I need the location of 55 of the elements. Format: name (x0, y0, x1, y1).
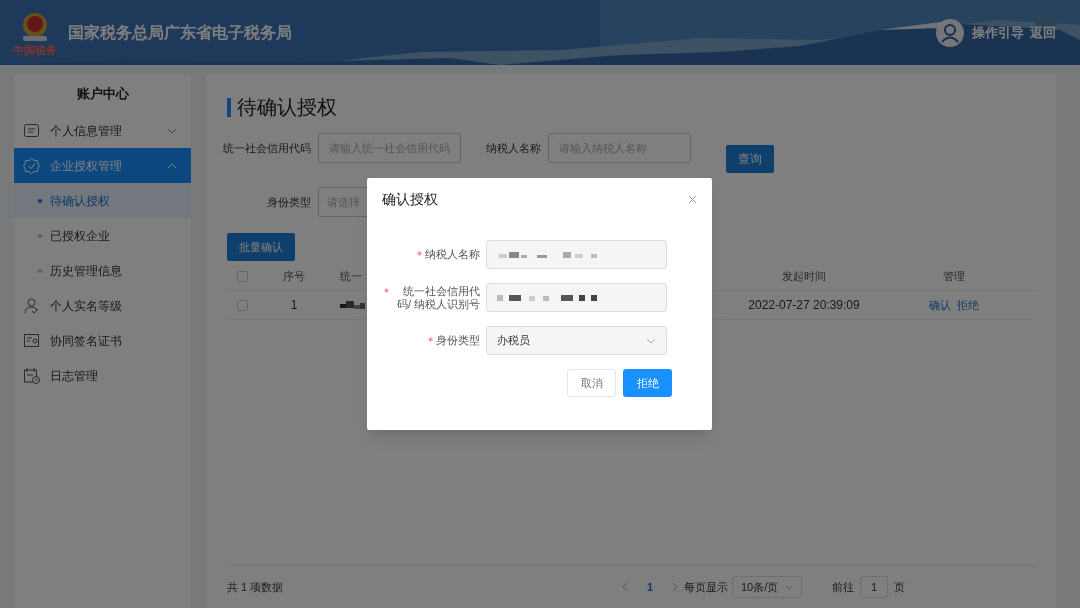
previous-page-icon[interactable] (622, 582, 628, 592)
action-link[interactable]: 确认 (929, 296, 951, 314)
sidebar-item[interactable]: 个人实名等级 (14, 288, 191, 323)
action-link[interactable]: 拒绝 (957, 296, 979, 314)
select-field[interactable]: 办税员 (486, 326, 667, 355)
total-count: 共 1 项数据 (227, 579, 284, 595)
goto-suffix: 页 (894, 579, 905, 595)
batch-confirm-button[interactable]: 批量确认 (227, 233, 295, 261)
column-header: 发起时间 (781, 268, 827, 284)
sidebar-item[interactable]: 企业授权管理 (14, 148, 191, 183)
goto-label: 前往 (832, 579, 854, 595)
filter-label: 身份类型 (266, 194, 311, 210)
user-avatar-icon[interactable] (936, 18, 964, 47)
filter-label: 统一社会信用代码 (222, 140, 311, 156)
chevron-down-icon (785, 584, 793, 590)
header-link[interactable]: 返回 (1030, 22, 1056, 43)
id-card-icon (23, 122, 40, 139)
sidebar-title: 账户中心 (75, 85, 130, 104)
checkbox[interactable] (236, 270, 248, 282)
sidebar-subitem[interactable]: 历史管理信息 (14, 253, 191, 288)
certificate-icon (23, 332, 40, 349)
table-cell-text: 2022-07-27 20:39:09 (747, 297, 861, 314)
badge-check-icon (23, 157, 40, 174)
field-label: 统一社会信用代码/ 纳税人识别号 (395, 284, 480, 311)
table-cell-text: 1 (289, 297, 299, 314)
sidebar-subitem[interactable]: 待确认授权 (14, 183, 191, 218)
filter-label: 纳税人名称 (486, 140, 541, 156)
checkbox[interactable] (236, 299, 248, 311)
page-number[interactable]: 1 (638, 578, 662, 596)
column-header: 管理 (942, 268, 966, 284)
page-input-field[interactable]: 1 (860, 576, 888, 598)
field-label: 身份类型 (436, 334, 480, 347)
page-title: 待确认授权 (237, 95, 337, 120)
sidebar-item[interactable]: 个人信息管理 (14, 113, 191, 148)
title-accent-bar (227, 97, 231, 117)
close-icon[interactable] (688, 195, 697, 204)
user-check-icon (23, 297, 40, 314)
sidebar-subitem[interactable]: 已授权企业 (14, 218, 191, 253)
site-title: 国家税务总局广东省电子税务局 (68, 22, 292, 43)
column-header: 序号 (282, 268, 306, 284)
page-size-select[interactable]: 10条/页 (732, 576, 802, 598)
chevron-down-icon (646, 337, 656, 344)
field-label: 纳税人名称 (425, 248, 480, 261)
dialog-button[interactable]: 拒绝 (623, 369, 672, 397)
redacted-mosaic (340, 300, 365, 310)
sidebar-item[interactable]: 协同签名证书 (14, 323, 191, 358)
logo-caption: 中国税务 (13, 43, 57, 56)
dialog-button[interactable]: 取消 (567, 369, 616, 397)
header-link[interactable]: 操作引导 (972, 22, 1024, 43)
calendar-clock-icon (23, 367, 40, 384)
page-size-label: 每页显示 (684, 579, 728, 595)
sidebar-item[interactable]: 日志管理 (14, 358, 191, 393)
dialog-title: 确认授权 (382, 190, 438, 209)
query-button[interactable]: 查询 (726, 145, 774, 173)
next-page-icon[interactable] (672, 582, 678, 592)
